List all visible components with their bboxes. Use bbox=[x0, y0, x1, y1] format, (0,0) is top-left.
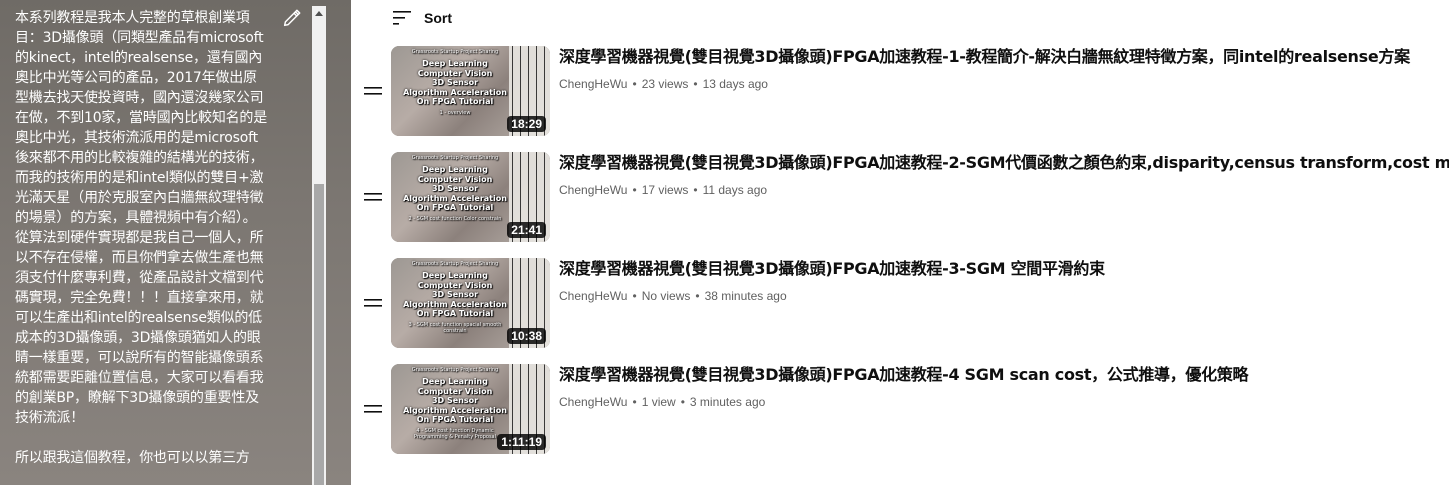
thumbnail-caption: Grassroots Startup Project Sharing Deep … bbox=[403, 261, 507, 334]
playlist-description: 本系列教程是我本人完整的草根創業項目：3D攝像頭（同類型產品有microsoft… bbox=[15, 10, 268, 466]
video-metadata: ChengHeWu • No views • 38 minutes ago bbox=[559, 289, 787, 303]
video-title-link[interactable]: 深度學習機器視覺(雙目視覺3D攝像頭)FPGA加速教程-3-SGM 空間平滑約束 bbox=[559, 258, 1105, 280]
channel-link[interactable]: ChengHeWu bbox=[559, 77, 627, 91]
playlist-video-row[interactable]: Grassroots Startup Project Sharing Deep … bbox=[360, 364, 1449, 456]
channel-link[interactable]: ChengHeWu bbox=[559, 395, 627, 409]
video-metadata: ChengHeWu • 17 views • 11 days ago bbox=[559, 183, 768, 197]
video-duration-badge: 10:38 bbox=[507, 328, 546, 344]
video-thumbnail[interactable]: Grassroots Startup Project Sharing Deep … bbox=[391, 46, 550, 136]
playlist-video-row[interactable]: Grassroots Startup Project Sharing Deep … bbox=[360, 46, 1449, 138]
playlist-description-panel: 本系列教程是我本人完整的草根創業項目：3D攝像頭（同類型產品有microsoft… bbox=[0, 0, 351, 485]
video-thumbnail[interactable]: Grassroots Startup Project Sharing Deep … bbox=[391, 258, 550, 348]
description-scrollbar[interactable] bbox=[312, 6, 326, 485]
view-count: No views bbox=[641, 289, 691, 303]
sort-icon bbox=[393, 11, 411, 25]
upload-age: 38 minutes ago bbox=[704, 289, 787, 303]
thumbnail-caption: Grassroots Startup Project Sharing Deep … bbox=[403, 49, 507, 116]
video-thumbnail[interactable]: Grassroots Startup Project Sharing Deep … bbox=[391, 364, 550, 454]
video-thumbnail[interactable]: Grassroots Startup Project Sharing Deep … bbox=[391, 152, 550, 242]
video-metadata: ChengHeWu • 1 view • 3 minutes ago bbox=[559, 395, 766, 409]
playlist-video-row[interactable]: Grassroots Startup Project Sharing Deep … bbox=[360, 258, 1449, 350]
scroll-up-button[interactable] bbox=[312, 6, 326, 20]
channel-link[interactable]: ChengHeWu bbox=[559, 183, 627, 197]
view-count: 17 views bbox=[641, 183, 689, 197]
video-duration-badge: 18:29 bbox=[507, 116, 546, 132]
pencil-icon bbox=[283, 9, 301, 27]
channel-link[interactable]: ChengHeWu bbox=[559, 289, 627, 303]
video-duration-badge: 1:11:19 bbox=[497, 434, 546, 450]
playlist-video-row[interactable]: Grassroots Startup Project Sharing Deep … bbox=[360, 152, 1449, 244]
edit-description-button[interactable] bbox=[280, 6, 304, 30]
video-metadata: ChengHeWu • 23 views • 13 days ago bbox=[559, 77, 768, 91]
thumbnail-caption: Grassroots Startup Project Sharing Deep … bbox=[403, 155, 507, 222]
view-count: 1 view bbox=[641, 395, 676, 409]
thumbnail-caption: Grassroots Startup Project Sharing Deep … bbox=[403, 367, 507, 440]
upload-age: 11 days ago bbox=[702, 183, 768, 197]
video-title-link[interactable]: 深度學習機器視覺(雙目視覺3D攝像頭)FPGA加速教程-2-SGM代價函數之顏色… bbox=[559, 152, 1449, 174]
sort-label: Sort bbox=[424, 10, 452, 26]
scroll-up-arrow-icon bbox=[315, 11, 323, 16]
sort-button[interactable]: Sort bbox=[392, 6, 452, 30]
drag-handle-icon[interactable] bbox=[363, 84, 383, 98]
upload-age: 3 minutes ago bbox=[689, 395, 766, 409]
drag-handle-icon[interactable] bbox=[363, 296, 383, 310]
video-title-link[interactable]: 深度學習機器視覺(雙目視覺3D攝像頭)FPGA加速教程-1-教程簡介-解決白牆無… bbox=[559, 46, 1410, 68]
video-duration-badge: 21:41 bbox=[507, 222, 546, 238]
view-count: 23 views bbox=[641, 77, 689, 91]
drag-handle-icon[interactable] bbox=[363, 402, 383, 416]
video-title-link[interactable]: 深度學習機器視覺(雙目視覺3D攝像頭)FPGA加速教程-4 SGM scan c… bbox=[559, 364, 1249, 386]
drag-handle-icon[interactable] bbox=[363, 190, 383, 204]
scroll-thumb[interactable] bbox=[314, 184, 324, 485]
upload-age: 13 days ago bbox=[702, 77, 768, 91]
